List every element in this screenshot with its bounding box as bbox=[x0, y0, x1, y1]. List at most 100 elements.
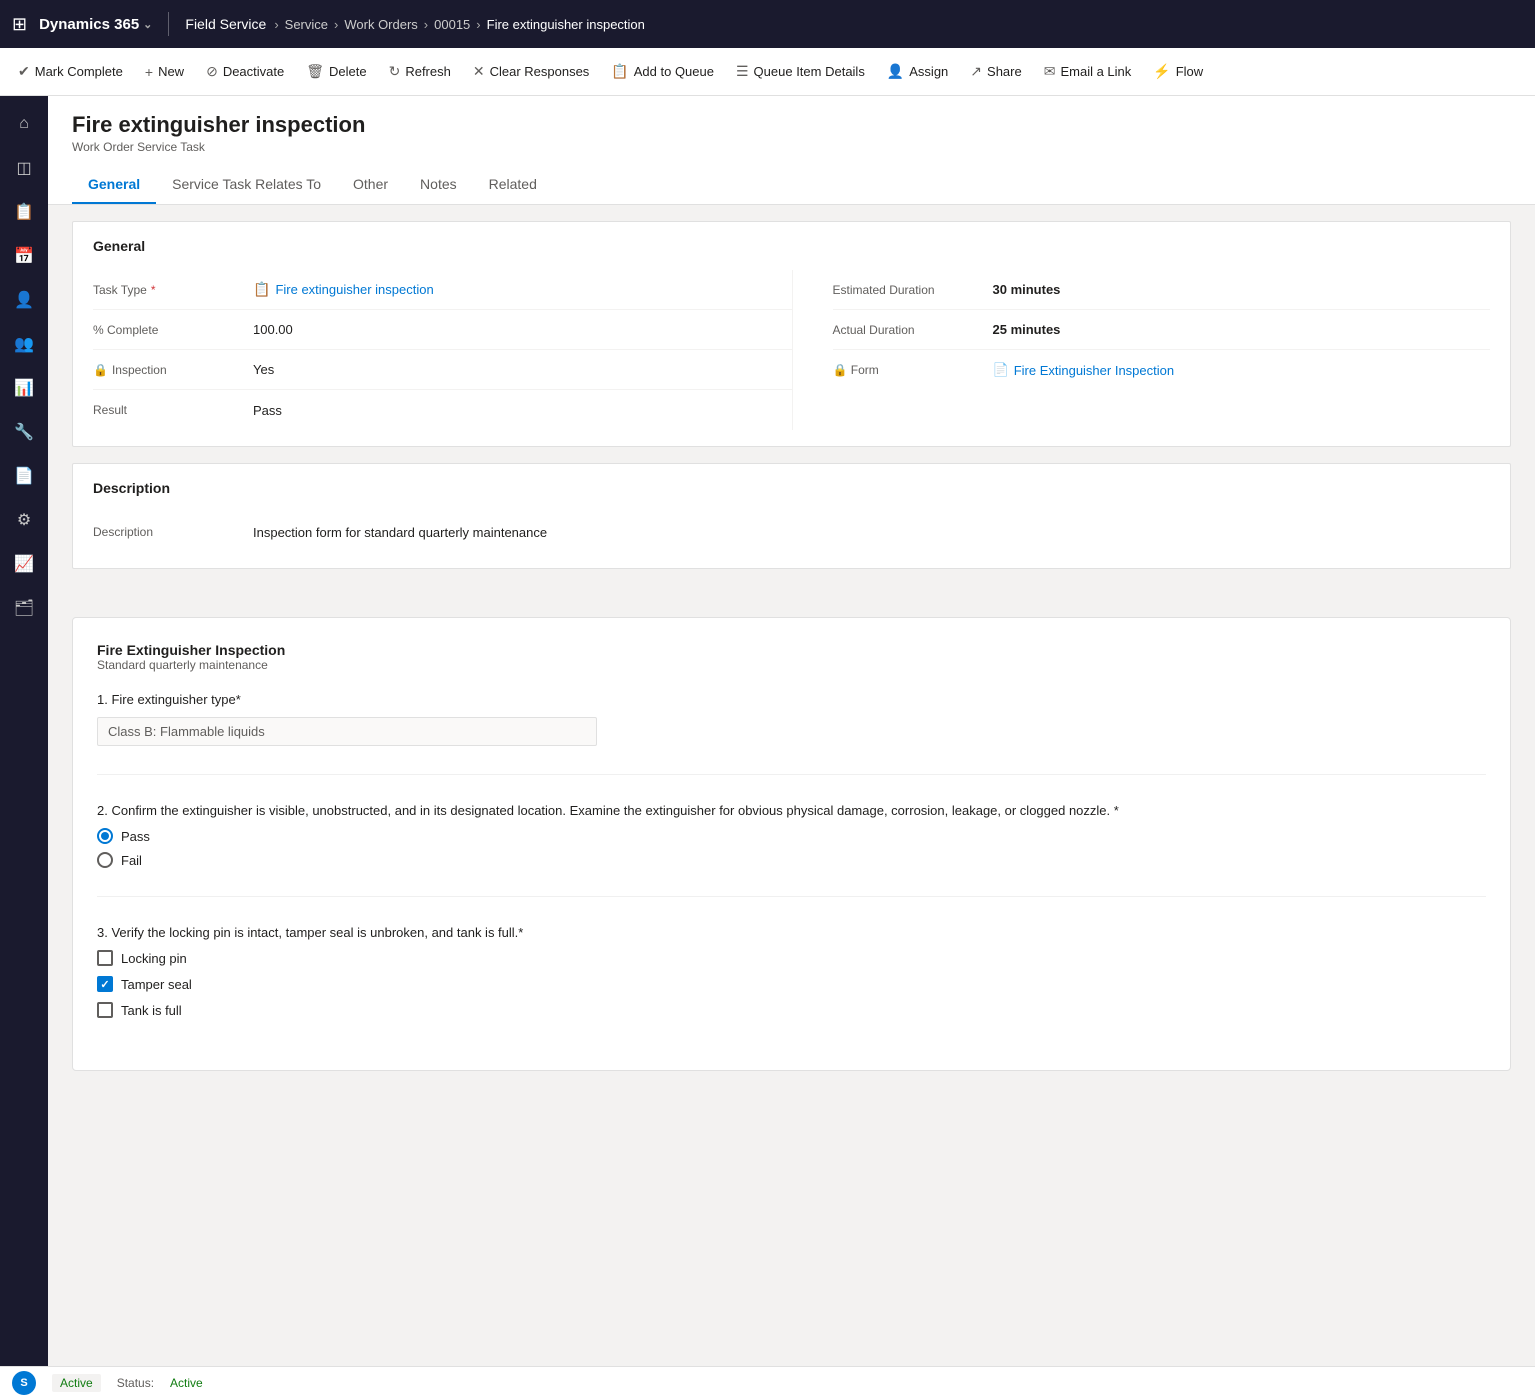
checkbox-tamper-seal[interactable]: Tamper seal bbox=[97, 976, 1486, 992]
breadcrumb-00015[interactable]: 00015 bbox=[434, 17, 470, 32]
radio-pass-circle[interactable] bbox=[97, 828, 113, 844]
sidebar-item-person[interactable]: 👤 bbox=[4, 280, 44, 320]
page-header: Fire extinguisher inspection Work Order … bbox=[48, 96, 1535, 205]
percent-complete-value: 100.00 bbox=[253, 322, 792, 337]
sidebar-item-asset[interactable]: ⚙ bbox=[4, 500, 44, 540]
question-1-input[interactable] bbox=[97, 717, 597, 746]
result-label: Result bbox=[93, 403, 253, 417]
share-button[interactable]: ↗ Share bbox=[960, 57, 1031, 86]
app-grid-icon[interactable]: ⊞ bbox=[12, 14, 27, 35]
add-to-queue-button[interactable]: 📋 Add to Queue bbox=[601, 57, 724, 86]
actual-duration-label: Actual Duration bbox=[833, 323, 993, 337]
question-3-text: 3. Verify the locking pin is intact, tam… bbox=[97, 925, 1486, 940]
email-a-link-button[interactable]: ✉ Email a Link bbox=[1034, 57, 1142, 86]
clear-responses-icon: ✕ bbox=[473, 63, 485, 80]
checkbox-locking-pin[interactable]: Locking pin bbox=[97, 950, 1486, 966]
main-layout: ⌂ ◫ 📋 📅 👤 👥 📊 🔧 📄 ⚙ 📈 🗂 Fire extinguishe… bbox=[0, 96, 1535, 1398]
deactivate-button[interactable]: ⊘ Deactivate bbox=[196, 57, 294, 86]
inspection-row: 🔒 Inspection Yes bbox=[93, 350, 792, 390]
question-1-text: 1. Fire extinguisher type* bbox=[97, 692, 1486, 707]
description-section: Description Description Inspection form … bbox=[72, 463, 1511, 569]
tabs: General Service Task Relates To Other No… bbox=[72, 166, 1511, 204]
sidebar-item-dispatch[interactable]: 🔧 bbox=[4, 412, 44, 452]
estimated-duration-row: Estimated Duration 30 minutes bbox=[833, 270, 1491, 310]
form-value[interactable]: 📄 Fire Extinguisher Inspection bbox=[993, 362, 1491, 378]
user-avatar: S bbox=[12, 1371, 36, 1395]
flow-icon: ⚡ bbox=[1153, 63, 1170, 80]
inspection-value: Yes bbox=[253, 362, 792, 377]
top-navigation: ⊞ Dynamics 365 ⌄ Field Service › Service… bbox=[0, 0, 1535, 48]
queue-item-details-button[interactable]: ☰ Queue Item Details bbox=[726, 57, 875, 86]
checkbox-tamper-seal-box[interactable] bbox=[97, 976, 113, 992]
tab-other[interactable]: Other bbox=[337, 166, 404, 204]
sidebar-item-analytics[interactable]: 📈 bbox=[4, 544, 44, 584]
general-section-title: General bbox=[93, 238, 1490, 254]
page-subtitle: Work Order Service Task bbox=[72, 140, 1511, 154]
form-right-col: Estimated Duration 30 minutes Actual Dur… bbox=[792, 270, 1491, 430]
queue-item-details-icon: ☰ bbox=[736, 63, 749, 80]
inspection-label: 🔒 Inspection bbox=[93, 363, 253, 377]
inspection-card: Fire Extinguisher Inspection Standard qu… bbox=[72, 617, 1511, 1071]
tab-related[interactable]: Related bbox=[473, 166, 553, 204]
checkbox-locking-pin-box[interactable] bbox=[97, 950, 113, 966]
new-button[interactable]: + New bbox=[135, 58, 194, 86]
breadcrumb-current: Fire extinguisher inspection bbox=[487, 17, 645, 32]
share-icon: ↗ bbox=[970, 63, 982, 80]
breadcrumb-service[interactable]: Service bbox=[285, 17, 328, 32]
sidebar-item-clipboard[interactable]: 📋 bbox=[4, 192, 44, 232]
record-status-badge: Active bbox=[52, 1374, 101, 1392]
description-section-title: Description bbox=[93, 480, 1490, 496]
radio-option-pass[interactable]: Pass bbox=[97, 828, 1486, 844]
task-type-label: Task Type * bbox=[93, 283, 253, 297]
refresh-button[interactable]: ↻ Refresh bbox=[379, 57, 461, 86]
clear-responses-button[interactable]: ✕ Clear Responses bbox=[463, 57, 599, 86]
sidebar-item-people[interactable]: 👥 bbox=[4, 324, 44, 364]
app-name-chevron: ⌄ bbox=[143, 18, 152, 31]
delete-icon: 🗑 bbox=[306, 63, 324, 80]
inspection-question-1: 1. Fire extinguisher type* bbox=[97, 692, 1486, 746]
refresh-icon: ↻ bbox=[389, 63, 401, 80]
content-area: Fire extinguisher inspection Work Order … bbox=[48, 96, 1535, 1398]
description-label: Description bbox=[93, 525, 253, 539]
app-name[interactable]: Dynamics 365 ⌄ bbox=[39, 16, 152, 33]
page-title: Fire extinguisher inspection bbox=[72, 112, 1511, 138]
task-type-value[interactable]: 📋 Fire extinguisher inspection bbox=[253, 281, 792, 298]
breadcrumb: › Service › Work Orders › 00015 › Fire e… bbox=[274, 17, 645, 32]
mark-complete-button[interactable]: ✔ Mark Complete bbox=[8, 57, 133, 86]
result-row: Result Pass bbox=[93, 390, 792, 430]
delete-button[interactable]: 🗑 Delete bbox=[296, 57, 376, 86]
radio-option-fail[interactable]: Fail bbox=[97, 852, 1486, 868]
inspection-question-3: 3. Verify the locking pin is intact, tam… bbox=[97, 925, 1486, 1018]
description-row: Description Inspection form for standard… bbox=[93, 512, 1490, 552]
sidebar-item-map[interactable]: ◫ bbox=[4, 148, 44, 188]
tab-service-task-relates-to[interactable]: Service Task Relates To bbox=[156, 166, 337, 204]
status-value: Active bbox=[170, 1376, 203, 1390]
breadcrumb-workorders[interactable]: Work Orders bbox=[344, 17, 417, 32]
percent-complete-row: % Complete 100.00 bbox=[93, 310, 792, 350]
email-icon: ✉ bbox=[1044, 63, 1056, 80]
tab-general[interactable]: General bbox=[72, 166, 156, 204]
mark-complete-icon: ✔ bbox=[18, 63, 30, 80]
actual-duration-value: 25 minutes bbox=[993, 322, 1491, 337]
radio-fail-circle[interactable] bbox=[97, 852, 113, 868]
actual-duration-row: Actual Duration 25 minutes bbox=[833, 310, 1491, 350]
estimated-duration-value: 30 minutes bbox=[993, 282, 1491, 297]
sidebar-item-home[interactable]: ⌂ bbox=[4, 104, 44, 144]
status-bar: S Active Status: Active bbox=[0, 1366, 1535, 1398]
form-label-field: 🔒 Form bbox=[833, 363, 993, 377]
question-2-text: 2. Confirm the extinguisher is visible, … bbox=[97, 803, 1486, 818]
assign-button[interactable]: 👤 Assign bbox=[877, 57, 958, 86]
assign-icon: 👤 bbox=[887, 63, 904, 80]
tab-notes[interactable]: Notes bbox=[404, 166, 473, 204]
sidebar-item-document[interactable]: 📄 bbox=[4, 456, 44, 496]
sidebar-item-calendar[interactable]: 📅 bbox=[4, 236, 44, 276]
general-section: General Task Type * 📋 Fire extinguisher … bbox=[72, 221, 1511, 447]
question-divider-2 bbox=[97, 896, 1486, 897]
checkbox-tank-full[interactable]: Tank is full bbox=[97, 1002, 1486, 1018]
new-icon: + bbox=[145, 64, 153, 80]
sidebar-item-report[interactable]: 📊 bbox=[4, 368, 44, 408]
checkbox-tank-full-box[interactable] bbox=[97, 1002, 113, 1018]
sidebar-item-archive[interactable]: 🗂 bbox=[4, 588, 44, 628]
deactivate-icon: ⊘ bbox=[206, 63, 218, 80]
flow-button[interactable]: ⚡ Flow bbox=[1143, 57, 1213, 86]
